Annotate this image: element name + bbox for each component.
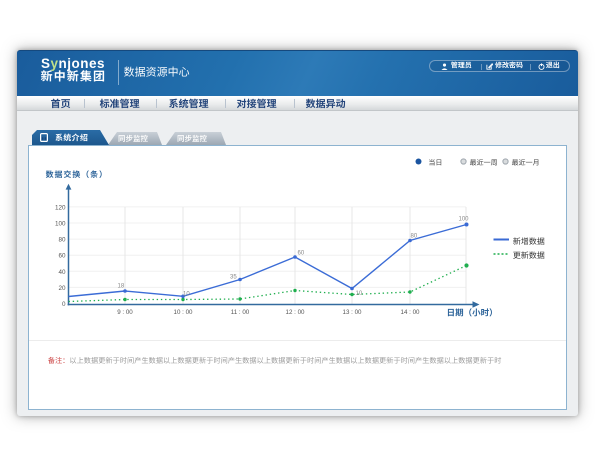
svg-text:100: 100 [55, 221, 66, 228]
svg-text:35: 35 [230, 275, 237, 281]
svg-text:100: 100 [459, 217, 470, 223]
svg-text:9 : 00: 9 : 00 [117, 309, 133, 316]
svg-text:0: 0 [62, 301, 66, 308]
svg-text:20: 20 [58, 285, 66, 292]
svg-text:120: 120 [55, 204, 66, 211]
svg-text:11 : 00: 11 : 00 [231, 309, 250, 316]
svg-text:80: 80 [58, 237, 66, 244]
svg-text:10: 10 [356, 291, 363, 297]
svg-text:40: 40 [58, 269, 66, 276]
svg-text:13 : 00: 13 : 00 [343, 309, 362, 316]
svg-text:60: 60 [58, 253, 66, 260]
svg-text:80: 80 [411, 234, 418, 240]
svg-text:18: 18 [118, 284, 125, 290]
svg-text:12 : 00: 12 : 00 [286, 309, 305, 316]
svg-text:10: 10 [183, 292, 190, 298]
svg-text:14 : 00: 14 : 00 [401, 309, 420, 316]
svg-text:60: 60 [298, 251, 305, 257]
svg-text:10 : 00: 10 : 00 [174, 309, 193, 316]
